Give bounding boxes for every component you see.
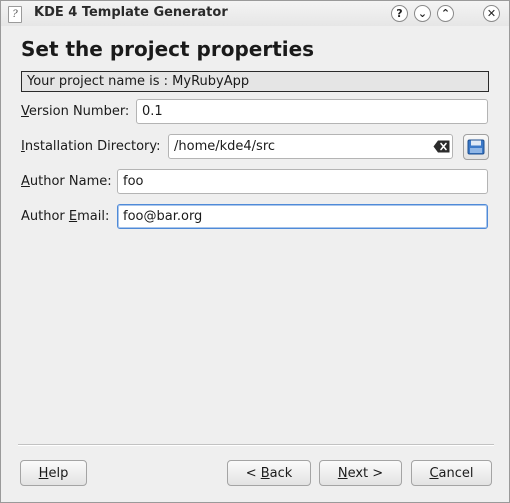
back-button-prefix: <	[245, 465, 261, 481]
cancel-button-mnemonic: C	[429, 465, 439, 481]
version-label-text: ersion Number:	[28, 104, 130, 119]
dialog-window: ? KDE 4 Template Generator ? ⌄ ⌃ ✕ Set t…	[0, 0, 510, 503]
author-email-label-mnemonic: E	[68, 209, 78, 224]
author-email-label-text: mail:	[77, 209, 110, 224]
author-email-field[interactable]	[117, 204, 488, 229]
install-dir-label-text: nstallation Directory:	[24, 139, 161, 154]
version-number-field[interactable]	[136, 99, 488, 124]
install-dir-label: Installation Directory:	[21, 139, 161, 154]
back-button-label: ack	[269, 465, 293, 481]
clear-text-icon[interactable]	[433, 140, 450, 153]
window-title: KDE 4 Template Generator	[34, 5, 228, 20]
next-button[interactable]: Next >	[319, 460, 402, 486]
next-button-mnemonic: N	[337, 465, 348, 481]
folder-icon	[467, 139, 485, 155]
back-button-mnemonic: B	[260, 465, 270, 481]
context-help-icon[interactable]: ?	[391, 5, 408, 22]
help-button-mnemonic: H	[38, 465, 49, 481]
page-title: Set the project properties	[21, 37, 315, 61]
author-name-label-text: uthor Name:	[29, 174, 112, 189]
author-name-label-mnemonic: A	[21, 174, 30, 189]
install-dir-field[interactable]	[168, 134, 453, 159]
help-button-label: elp	[48, 465, 69, 481]
help-button[interactable]: Help	[20, 460, 87, 486]
button-separator	[18, 444, 494, 446]
close-icon[interactable]: ✕	[483, 5, 500, 22]
cancel-button-label: ancel	[438, 465, 474, 481]
title-bar[interactable]: ? KDE 4 Template Generator ? ⌄ ⌃ ✕	[1, 1, 509, 26]
author-email-label-prefix: Author	[21, 209, 69, 224]
author-name-label: Author Name:	[21, 174, 112, 189]
author-email-label: Author Email:	[21, 209, 109, 224]
maximize-icon[interactable]: ⌃	[437, 5, 454, 22]
browse-folder-button[interactable]	[463, 134, 489, 160]
next-button-label: ext >	[347, 465, 384, 481]
author-name-field[interactable]	[117, 169, 488, 194]
back-button[interactable]: < Back	[227, 460, 311, 486]
cancel-button[interactable]: Cancel	[411, 460, 492, 486]
app-help-icon[interactable]: ?	[8, 6, 22, 23]
version-label-mnemonic: V	[21, 104, 29, 119]
project-name-banner: Your project name is : MyRubyApp	[21, 71, 489, 92]
minimize-icon[interactable]: ⌄	[414, 5, 431, 22]
version-label: Version Number:	[21, 104, 129, 119]
